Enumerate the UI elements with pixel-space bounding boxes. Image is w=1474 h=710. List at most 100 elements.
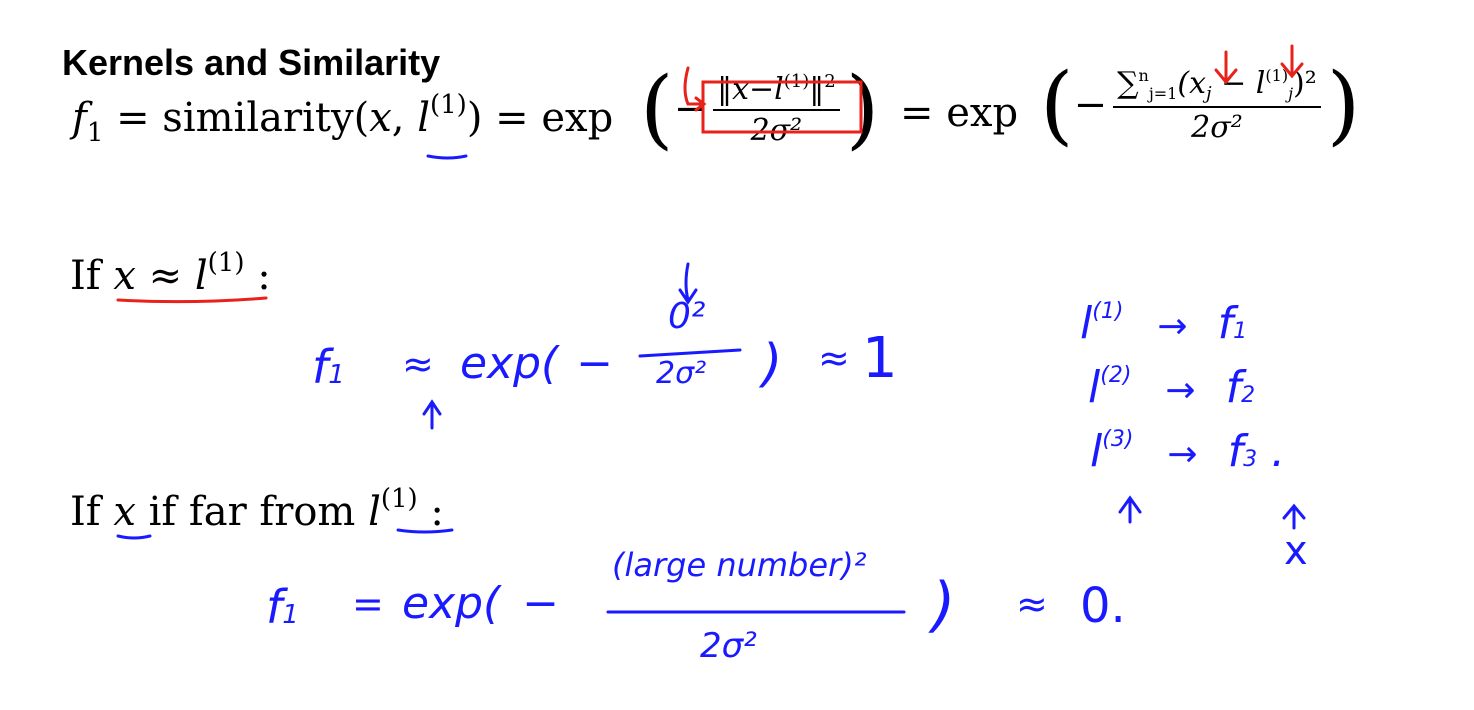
hand-far-f1: f1 xyxy=(266,580,299,634)
big-paren-left-1: ( xyxy=(640,59,674,159)
hand-near-den: 2σ² xyxy=(656,356,707,391)
case-far-sup: (1) xyxy=(380,484,418,514)
eq-close-paren: ) xyxy=(466,95,483,141)
eq-exp-2-text: = exp xyxy=(900,90,1019,136)
case-far-l: l xyxy=(368,489,381,535)
big-paren-right-2: ) xyxy=(1326,55,1361,155)
case-far-colon: : xyxy=(417,489,444,535)
sum-denominator: 2σ² xyxy=(1191,109,1243,145)
fraction-sum: ∑nj=1(xj − l(1)j)² 2σ² xyxy=(1113,66,1321,145)
case-near-sup: (1) xyxy=(207,248,245,278)
mapping-1-sup: (1) xyxy=(1092,299,1124,324)
hand-near-sub: 1 xyxy=(328,360,345,390)
norm-numerator: ‖x−l xyxy=(717,71,784,107)
hand-near-exp: exp(− xyxy=(460,338,613,389)
mapping-1-arrow: → xyxy=(1157,306,1188,347)
case-near-x: x xyxy=(113,253,136,299)
hand-far-den: 2σ² xyxy=(700,626,757,666)
case-near-colon: : xyxy=(244,253,271,299)
mapping-1-l: l xyxy=(1080,298,1093,349)
mapping-2-sub: 2 xyxy=(1241,383,1256,408)
sum-minus-l: − l xyxy=(1211,65,1266,101)
hand-near-f: f xyxy=(312,340,329,394)
hand-far-exp-text: exp( xyxy=(402,578,501,629)
hand-near-close: ) xyxy=(762,334,783,394)
hand-far-minus: − xyxy=(522,578,560,629)
main-equation: f1 = similarity(x, l(1)) = exp xyxy=(72,90,613,148)
blue-up-arrow-approx xyxy=(422,399,442,430)
blue-up-arrow-f-column xyxy=(1282,503,1306,530)
eq-comma: , xyxy=(391,95,418,141)
case-near-prefix: If xyxy=(70,253,114,299)
frac-minus-1: − xyxy=(673,86,708,132)
mapping-2-sup: (2) xyxy=(1100,363,1132,388)
hand-far-eq: = xyxy=(352,582,384,626)
lecture-slide: Kernels and Similarity f1 = similarity(x… xyxy=(0,0,1474,710)
fraction-norm: ‖x−l(1)‖2 2σ² xyxy=(713,71,840,148)
sum-index: j=1 xyxy=(1148,83,1178,103)
hand-far-result: 0. xyxy=(1080,578,1126,634)
mapping-row-3: l(3) → f3. xyxy=(1090,426,1285,477)
eq-similarity: = similarity( xyxy=(103,95,370,141)
blue-up-arrow-l-column xyxy=(1118,495,1142,524)
mapping-1-f: f xyxy=(1217,298,1234,349)
hand-far-num: (large number)² xyxy=(612,546,867,584)
case-near-approx: ≈ xyxy=(135,253,195,299)
case-far-mid: if far from xyxy=(135,489,369,535)
big-paren-left-2: ( xyxy=(1040,55,1074,155)
case-far-line: If x if far from l(1) : xyxy=(70,484,444,535)
slide-title: Kernels and Similarity xyxy=(62,42,441,83)
mapping-3-end: . xyxy=(1271,426,1286,477)
eq-exp-2: = exp xyxy=(900,90,1018,136)
case-far-x: x xyxy=(113,489,136,535)
hand-near-result-approx: ≈ xyxy=(818,336,850,380)
exp-fraction-2: (− ∑nj=1(xj − l(1)j)² 2σ²) xyxy=(1040,62,1360,148)
blue-underline-l xyxy=(426,154,468,160)
case-near-line: If x ≈ l(1) : xyxy=(70,248,271,299)
exp-fraction-1: (− ‖x−l(1)‖2 2σ²) xyxy=(640,66,879,152)
hand-near-exp-text: exp( xyxy=(460,338,559,389)
eq-var-x: x xyxy=(369,95,392,141)
mapping-2-arrow: → xyxy=(1165,370,1196,411)
norm-end: ‖ xyxy=(809,71,825,107)
sum-range: n xyxy=(1138,65,1149,85)
sum-symbol: ∑ xyxy=(1117,65,1139,101)
mapping-row-2: l(2) → f2 xyxy=(1088,362,1255,413)
mapping-3-sup: (3) xyxy=(1102,427,1134,452)
big-paren-right-1: ) xyxy=(845,59,880,159)
hand-near-num: 0² xyxy=(668,296,706,337)
frac-minus-2: − xyxy=(1073,82,1108,128)
norm-sq: 2 xyxy=(824,70,836,92)
eq-exp-1: = exp xyxy=(482,95,614,141)
hand-far-exp: exp(− xyxy=(402,578,559,629)
eq-lhs: f xyxy=(72,95,87,141)
mapping-3-l: l xyxy=(1090,426,1103,477)
mapping-3-arrow: → xyxy=(1167,434,1198,475)
mapping-1-sub: 1 xyxy=(1233,319,1248,344)
hand-near-result: 1 xyxy=(862,326,898,391)
blue-underline-x-case2 xyxy=(116,534,152,540)
hand-near-f1: f1 xyxy=(312,340,345,394)
case-near-l: l xyxy=(194,253,208,299)
eq-var-l: l xyxy=(417,95,430,141)
sum-close: )² xyxy=(1293,65,1317,101)
norm-sup: (1) xyxy=(783,70,810,92)
sum-l-sup: (1) xyxy=(1265,65,1289,85)
mapping-2-f: f xyxy=(1225,362,1242,413)
hand-near-minus: − xyxy=(576,338,614,389)
norm-denominator: 2σ² xyxy=(750,112,803,148)
hand-near-approx: ≈ xyxy=(402,342,434,386)
mapping-2-l: l xyxy=(1088,362,1101,413)
mapping-3-sub: 3 xyxy=(1243,447,1258,472)
mapping-row-1: l(1) → f1 xyxy=(1080,298,1247,349)
sum-body: (x xyxy=(1177,65,1206,101)
mapping-x-mark: x xyxy=(1284,528,1308,574)
case-far-prefix: If xyxy=(70,489,114,535)
hand-far-sub: 1 xyxy=(282,600,299,630)
hand-far-f: f xyxy=(266,580,283,634)
mapping-3-f: f xyxy=(1227,426,1244,477)
eq-lhs-sub: 1 xyxy=(86,118,104,148)
hand-far-close: ) xyxy=(932,570,956,640)
eq-var-l-sup: (1) xyxy=(429,90,467,120)
hand-far-result-approx: ≈ xyxy=(1016,582,1048,626)
